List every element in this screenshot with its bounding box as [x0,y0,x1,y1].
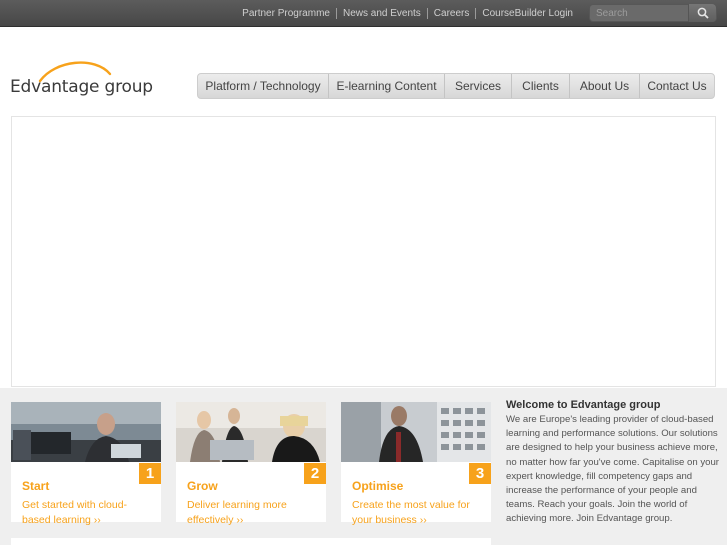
optimise-card[interactable]: 3 Optimise Create the most value for you… [341,402,491,526]
search-icon [697,7,709,19]
partner-programme-link[interactable]: Partner Programme [236,8,336,19]
welcome-section: Welcome to Edvantage group We are Europe… [506,398,720,527]
step-number-badge: 2 [304,463,326,484]
logo-wordmark: Edvantage group [10,77,153,97]
nav-services[interactable]: Services [444,74,511,98]
search-input[interactable] [596,7,688,20]
optimise-card-title[interactable]: Optimise [352,479,403,493]
start-card[interactable]: 1 Start Get started with cloud-based lea… [11,402,161,526]
optimise-card-photo [341,402,491,462]
optimise-card-description[interactable]: Create the most value for your business … [352,498,480,528]
nav-contact-us[interactable]: Contact Us [639,74,714,98]
hero-banner [11,116,716,387]
welcome-title: Welcome to Edvantage group [506,399,661,411]
top-utility-bar: Partner Programme News and Events Career… [0,0,727,27]
utility-links: Partner Programme News and Events Career… [236,0,579,27]
welcome-body: We are Europe's leading provider of clou… [506,414,719,525]
search-button[interactable] [688,4,716,22]
feature-band: 1 Start Get started with cloud-based lea… [0,388,727,545]
nav-elearning-content[interactable]: E-learning Content [328,74,444,98]
search-box [589,4,717,22]
nav-clients[interactable]: Clients [511,74,569,98]
grow-card-title[interactable]: Grow [187,479,218,493]
start-card-description[interactable]: Get started with cloud-based learning ›› [22,498,150,528]
content-panel-edge [11,538,491,545]
start-card-title[interactable]: Start [22,479,49,493]
start-card-photo [11,402,161,462]
nav-about-us[interactable]: About Us [569,74,639,98]
careers-link[interactable]: Careers [426,8,476,19]
grow-card-photo [176,402,326,462]
nav-platform-technology[interactable]: Platform / Technology [198,74,328,98]
coursebuilder-login-link[interactable]: CourseBuilder Login [475,8,579,19]
grow-card[interactable]: 2 Grow Deliver learning more effectively… [176,402,326,526]
edvantage-logo[interactable]: Edvantage group [10,58,153,100]
main-navigation: Platform / Technology E-learning Content… [197,73,715,99]
news-and-events-link[interactable]: News and Events [335,8,427,19]
step-number-badge: 3 [469,463,491,484]
step-number-badge: 1 [139,463,161,484]
grow-card-description[interactable]: Deliver learning more effectively ›› [187,498,315,528]
